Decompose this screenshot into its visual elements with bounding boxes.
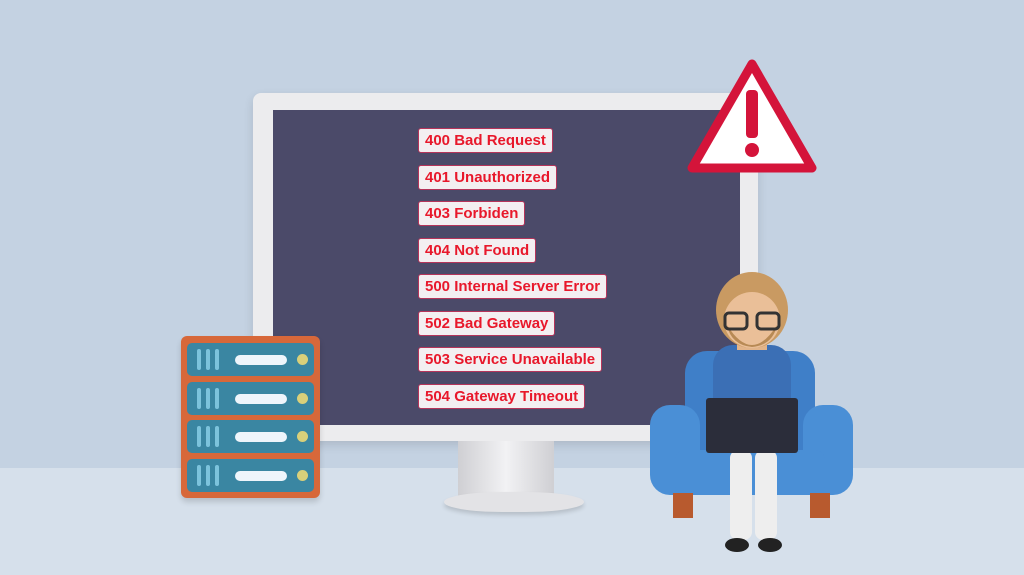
server-unit bbox=[187, 420, 314, 453]
error-code-503: 503 Service Unavailable bbox=[418, 347, 603, 372]
error-code-500: 500 Internal Server Error bbox=[418, 274, 608, 299]
error-code-504: 504 Gateway Timeout bbox=[418, 383, 586, 409]
error-code-400: 400 Bad Request bbox=[418, 128, 553, 153]
error-code-404: 404 Not Found bbox=[418, 237, 537, 263]
error-code-401: 401 Unauthorized bbox=[418, 164, 558, 190]
person-with-laptop-illustration bbox=[650, 272, 853, 552]
error-code-403: 403 Forbiden bbox=[418, 201, 526, 226]
server-unit bbox=[187, 343, 314, 376]
warning-icon bbox=[687, 59, 817, 173]
error-code-list: 400 Bad Request 401 Unauthorized 403 For… bbox=[418, 128, 608, 420]
server-unit bbox=[187, 458, 314, 492]
monitor-stand-base bbox=[444, 492, 584, 512]
server-rack-icon bbox=[181, 336, 320, 498]
monitor-stand-neck bbox=[458, 441, 554, 499]
error-code-502: 502 Bad Gateway bbox=[418, 310, 556, 336]
server-unit bbox=[187, 381, 314, 415]
